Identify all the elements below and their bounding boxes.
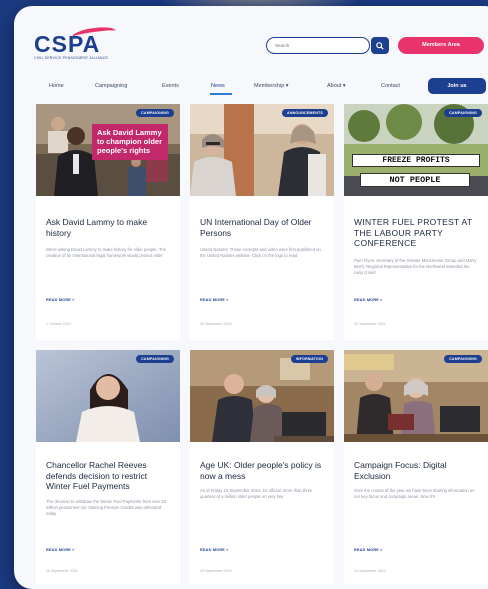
card-date: 30 September 2024	[200, 322, 232, 326]
news-card[interactable]: Ask David Lammy to champion older people…	[36, 104, 180, 340]
card-date: 30 September 2024	[354, 322, 386, 326]
card-date: 26 September 2024	[46, 569, 78, 573]
read-more-link[interactable]: READ MORE »	[354, 298, 383, 302]
category-badge: CAMPAIGNING	[136, 355, 174, 363]
card-title[interactable]: Age UK: Older people's policy is now a m…	[200, 460, 328, 481]
read-more-link[interactable]: READ MORE »	[200, 298, 229, 302]
active-nav-indicator	[210, 93, 232, 95]
card-excerpt: As of Friday 13 September 2024, it's off…	[200, 488, 313, 500]
news-card[interactable]: INFORMATION Age UK: Older people's polic…	[190, 350, 334, 584]
protest-sign-bottom: NOT PEOPLE	[360, 173, 470, 187]
nav-news[interactable]: News	[211, 78, 225, 94]
card-date: 24 September 2024	[354, 569, 386, 573]
logo-tagline: CIVIL SERVICE PENSIONERS' ALLIANCE	[34, 56, 108, 60]
card-image: INFORMATION	[190, 350, 334, 442]
website-frame: CSPA CIVIL SERVICE PENSIONERS' ALLIANCE …	[14, 6, 488, 589]
card-excerpt: Pam Flynn, secretary of the Greater Manc…	[354, 258, 477, 276]
main-nav: Home Campaigning Events News Membership …	[14, 78, 488, 95]
card-image: CAMPAIGNING	[36, 350, 180, 442]
read-more-link[interactable]: READ MORE »	[200, 548, 229, 552]
card-title[interactable]: WINTER FUEL PROTEST AT THE LABOUR PARTY …	[354, 217, 482, 249]
read-more-link[interactable]: READ MORE »	[46, 548, 75, 552]
news-card[interactable]: CAMPAIGNING Chancellor Rachel Reeves def…	[36, 350, 180, 584]
search-icon	[376, 41, 384, 50]
card-title[interactable]: UN International Day of Older Persons	[200, 217, 328, 238]
nav-membership[interactable]: Membership ▾	[254, 78, 289, 94]
join-us-button[interactable]: Join us	[428, 78, 486, 94]
read-more-link[interactable]: READ MORE »	[46, 298, 75, 302]
card-date: 25 September 2024	[200, 569, 232, 573]
card-title[interactable]: Campaign Focus: Digital Exclusion	[354, 460, 482, 481]
card-title[interactable]: Ask David Lammy to make history	[46, 217, 174, 238]
campaign-overlay-text: Ask David Lammy to champion older people…	[92, 124, 168, 160]
category-badge: CAMPAIGNING	[444, 355, 482, 363]
card-title[interactable]: Chancellor Rachel Reeves defends decisio…	[46, 460, 174, 492]
nav-home[interactable]: Home	[49, 78, 64, 94]
nav-events[interactable]: Events	[162, 78, 179, 94]
news-card[interactable]: FREEZE PROFITS NOT PEOPLE CAMPAIGNING WI…	[344, 104, 488, 340]
category-badge: CAMPAIGNING	[136, 109, 174, 117]
nav-about[interactable]: About ▾	[327, 78, 346, 94]
protest-sign-top: FREEZE PROFITS	[352, 154, 480, 167]
category-badge: INFORMATION	[290, 355, 328, 363]
card-excerpt: The decision to withdraw the Winter Fuel…	[46, 499, 167, 517]
site-header: CSPA CIVIL SERVICE PENSIONERS' ALLIANCE …	[14, 6, 488, 70]
card-excerpt: Over the course of the year we have been…	[354, 488, 475, 500]
card-image: CAMPAIGNING	[344, 350, 488, 442]
category-badge: CAMPAIGNING	[444, 109, 482, 117]
nav-campaigning[interactable]: Campaigning	[95, 78, 127, 94]
card-image: FREEZE PROFITS NOT PEOPLE CAMPAIGNING	[344, 104, 488, 196]
card-excerpt: We're asking David Lammy to make history…	[46, 247, 167, 259]
card-image: Ask David Lammy to champion older people…	[36, 104, 180, 196]
search-input[interactable]	[266, 37, 370, 54]
nav-contact[interactable]: Contact	[381, 78, 400, 94]
read-more-link[interactable]: READ MORE »	[354, 548, 383, 552]
card-excerpt: United Nations: These excerpts and video…	[200, 247, 321, 259]
category-badge: ANNOUNCEMENTS	[282, 109, 328, 117]
search-button[interactable]	[371, 37, 389, 54]
members-area-button[interactable]: Members Area	[398, 37, 484, 54]
card-date: 1 October 2024	[46, 322, 71, 326]
news-card[interactable]: CAMPAIGNING Campaign Focus: Digital Excl…	[344, 350, 488, 584]
card-image: ANNOUNCEMENTS	[190, 104, 334, 196]
news-card[interactable]: ANNOUNCEMENTS UN International Day of Ol…	[190, 104, 334, 340]
